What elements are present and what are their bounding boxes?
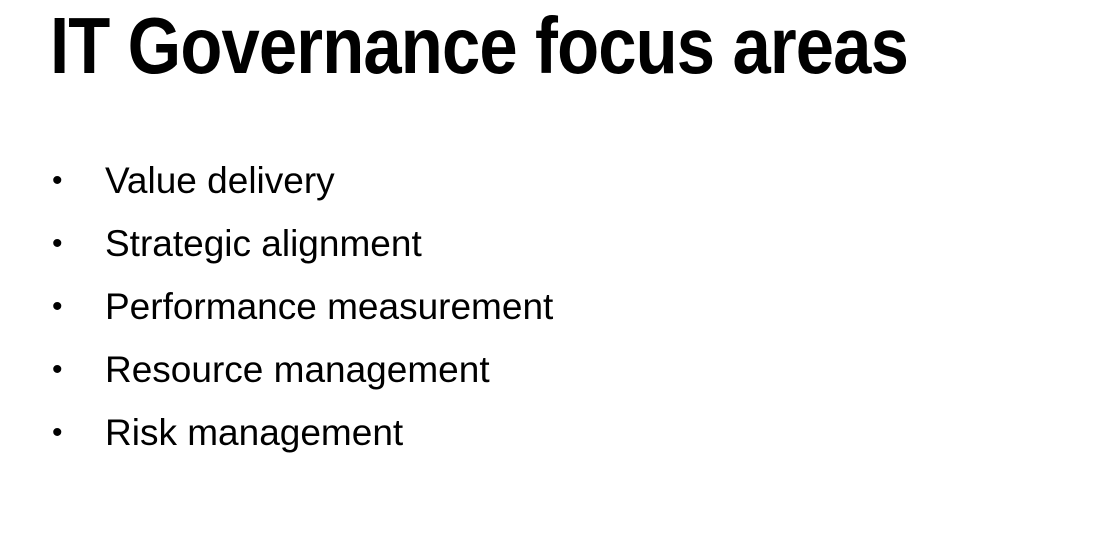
list-item-label: Risk management bbox=[105, 412, 404, 453]
bullet-icon: • bbox=[52, 164, 63, 197]
list-item-label: Value delivery bbox=[105, 160, 335, 201]
bullet-icon: • bbox=[52, 290, 63, 323]
bullet-icon: • bbox=[52, 353, 63, 386]
slide: IT Governance focus areas • Value delive… bbox=[0, 0, 1099, 556]
list-item-label: Strategic alignment bbox=[105, 223, 422, 264]
list-item-label: Resource management bbox=[105, 349, 490, 390]
list-item-label: Performance measurement bbox=[105, 286, 554, 327]
bullet-icon: • bbox=[52, 227, 63, 260]
bullet-icon: • bbox=[52, 416, 63, 449]
slide-title: IT Governance focus areas bbox=[50, 1, 909, 90]
